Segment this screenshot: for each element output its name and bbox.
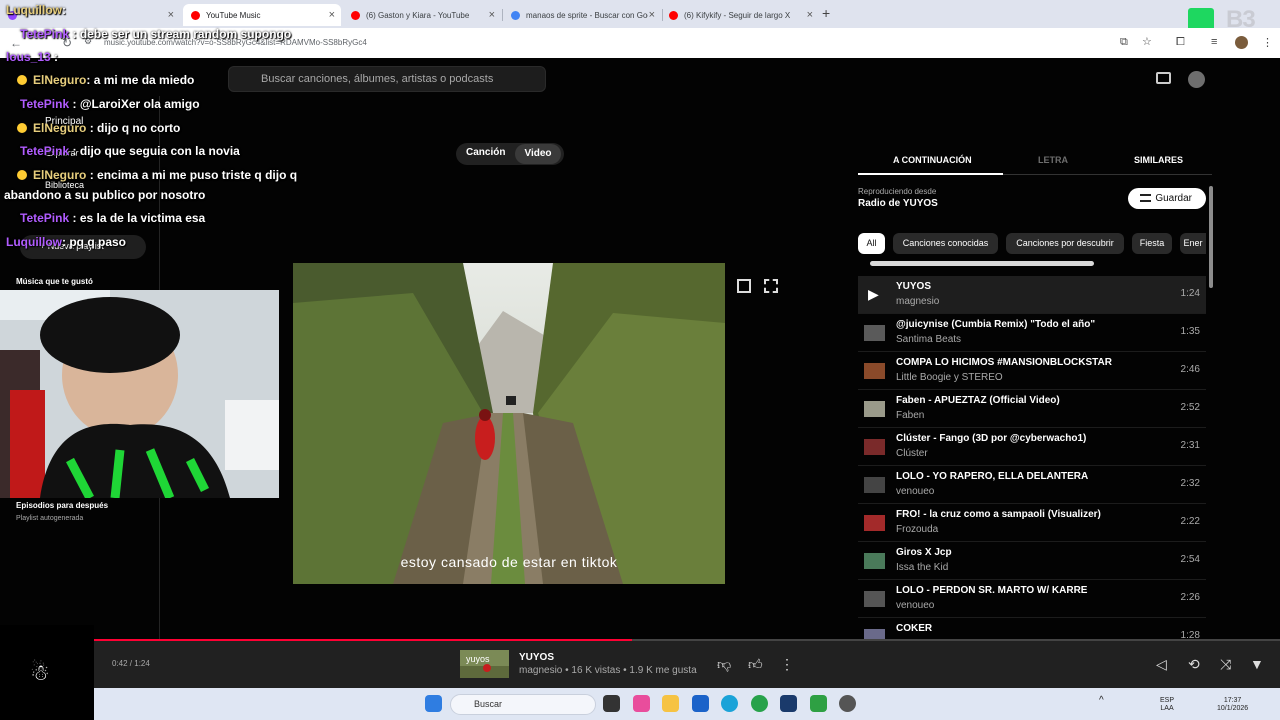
queue-item[interactable]: FRO! - la cruz como a sampaoli (Visualiz… [858, 504, 1206, 542]
player-thumbnail: yuyos [460, 650, 509, 678]
queue-item-artist: venoueo [896, 486, 935, 497]
queue-item-artist: Faben [896, 410, 925, 421]
queue-item-title: Clúster - Fango (3D por @cyberwacho1) [896, 433, 1087, 444]
queue-item[interactable]: COMPA LO HICIMOS #MANSIONBLOCKSTAR Little… [858, 352, 1206, 390]
queue-item-title: COKER [896, 623, 933, 634]
queue-thumbnail [864, 401, 885, 417]
queue-item-artist: venoueo [896, 600, 935, 611]
queue-item[interactable]: Faben - APUEZTAZ (Official Video) Faben 2:… [858, 390, 1206, 428]
clock[interactable]: 17:37 10/1/2026 [1217, 697, 1248, 713]
queue-item-duration: 2:31 [1180, 440, 1200, 451]
clock-date: 10/1/2026 [1217, 705, 1249, 712]
lang-code: ESP [1160, 697, 1175, 704]
queue-item[interactable]: ▶ YUYOS magnesio 1:24 [858, 276, 1206, 314]
queue-item-artist: Frozouda [896, 524, 939, 535]
dislike-icon[interactable]: 👎︎ [717, 656, 731, 673]
queue-item-title: Faben - APUEZTAZ (Official Video) [896, 395, 1060, 406]
play-icon: ▶ [868, 286, 879, 302]
task-view-icon[interactable] [603, 695, 620, 712]
queue-item[interactable]: LOLO - PERDON SR. MARTO W/ KARRE venoueo 2… [858, 580, 1206, 618]
queue-item-duration: 2:52 [1180, 402, 1200, 413]
svg-text:yuyos: yuyos [466, 654, 490, 664]
queue-thumbnail [864, 591, 885, 607]
overlay-mascot-icon: ☃ [30, 660, 50, 685]
player-bar [94, 640, 1280, 688]
queue-item-title: LOLO - PERDON SR. MARTO W/ KARRE [896, 585, 1088, 596]
expand-chevron-icon[interactable]: ▼ [1250, 656, 1264, 672]
queue-item-title: LOLO - YO RAPERO, ELLA DELANTERA [896, 471, 1089, 482]
taskbar-search[interactable] [450, 694, 596, 715]
queue-thumbnail [864, 477, 885, 493]
more-options-icon[interactable]: ⋮ [780, 656, 794, 673]
xbox-icon[interactable] [810, 695, 827, 712]
queue-item[interactable]: LOLO - YO RAPERO, ELLA DELANTERA venoueo 2… [858, 466, 1206, 504]
player-subtitle: magnesio • 16 K vistas • 1.9 K me gusta [519, 665, 697, 676]
tray-chevron-icon[interactable]: ^ [1099, 696, 1104, 706]
taskbar-search-label: Buscar [474, 699, 503, 709]
queue-item-title: Giros X Jcp [896, 547, 952, 558]
copilot-icon[interactable] [633, 695, 650, 712]
queue-thumbnail [864, 515, 885, 531]
queue-item-artist: magnesio [896, 296, 940, 307]
steam-icon[interactable] [780, 695, 797, 712]
queue-item[interactable]: Giros X Jcp Issa the Kid 2:54 [858, 542, 1206, 580]
queue-item-duration: 2:26 [1180, 592, 1200, 603]
queue-item-artist: Little Boogie y STEREO [896, 372, 1003, 383]
edge-icon[interactable] [721, 695, 738, 712]
obs-icon[interactable] [839, 695, 856, 712]
queue-item-duration: 2:22 [1180, 516, 1200, 527]
file-explorer-icon[interactable] [662, 695, 679, 712]
like-icon[interactable]: 👍︎ [748, 656, 763, 673]
repeat-icon[interactable]: ⟲ [1188, 656, 1200, 673]
queue-item-duration: 2:46 [1180, 364, 1200, 375]
player-title[interactable]: YUYOS [519, 652, 554, 663]
queue-list: ▶ YUYOS magnesio 1:24 @juicynise (Cumbia Rem… [0, 0, 1280, 640]
queue-thumbnail [864, 325, 885, 341]
queue-item-duration: 1:24 [1180, 288, 1200, 299]
shuffle-icon[interactable]: ⤨ [1220, 656, 1231, 673]
queue-item-title: COMPA LO HICIMOS #MANSIONBLOCKSTAR [896, 357, 1112, 368]
clock-time: 17:37 [1223, 697, 1242, 704]
queue-item-title: YUYOS [896, 281, 932, 292]
language-indicator[interactable]: ESP LAA [1160, 697, 1174, 713]
queue-item[interactable]: @juicynise (Cumbia Remix) "Todo el año" S… [858, 314, 1206, 352]
queue-item-duration: 2:54 [1180, 554, 1200, 565]
queue-item-artist: Santima Beats [896, 334, 962, 345]
queue-thumbnail [864, 553, 885, 569]
store-icon[interactable] [692, 695, 709, 712]
volume-icon[interactable]: ◁ [1156, 656, 1167, 673]
queue-thumbnail [864, 439, 885, 455]
queue-item[interactable]: Clúster - Fango (3D por @cyberwacho1) Clú… [858, 428, 1206, 466]
lang-layout: LAA [1160, 705, 1174, 712]
queue-item[interactable]: COKER 1:28 [858, 618, 1206, 640]
queue-item-duration: 2:32 [1180, 478, 1200, 489]
queue-item-title: FRO! - la cruz como a sampaoli (Visualiz… [896, 509, 1101, 520]
start-icon[interactable] [425, 695, 442, 712]
queue-item-duration: 1:35 [1180, 326, 1200, 337]
queue-item-artist: Issa the Kid [896, 562, 949, 573]
queue-thumbnail [864, 363, 885, 379]
progress-fill [94, 639, 632, 641]
time-display: 0:42 / 1:24 [112, 659, 150, 668]
queue-item-artist: Clúster [896, 448, 928, 459]
queue-item-title: @juicynise (Cumbia Remix) "Todo el año" [896, 319, 1096, 330]
chrome-icon[interactable] [751, 695, 768, 712]
